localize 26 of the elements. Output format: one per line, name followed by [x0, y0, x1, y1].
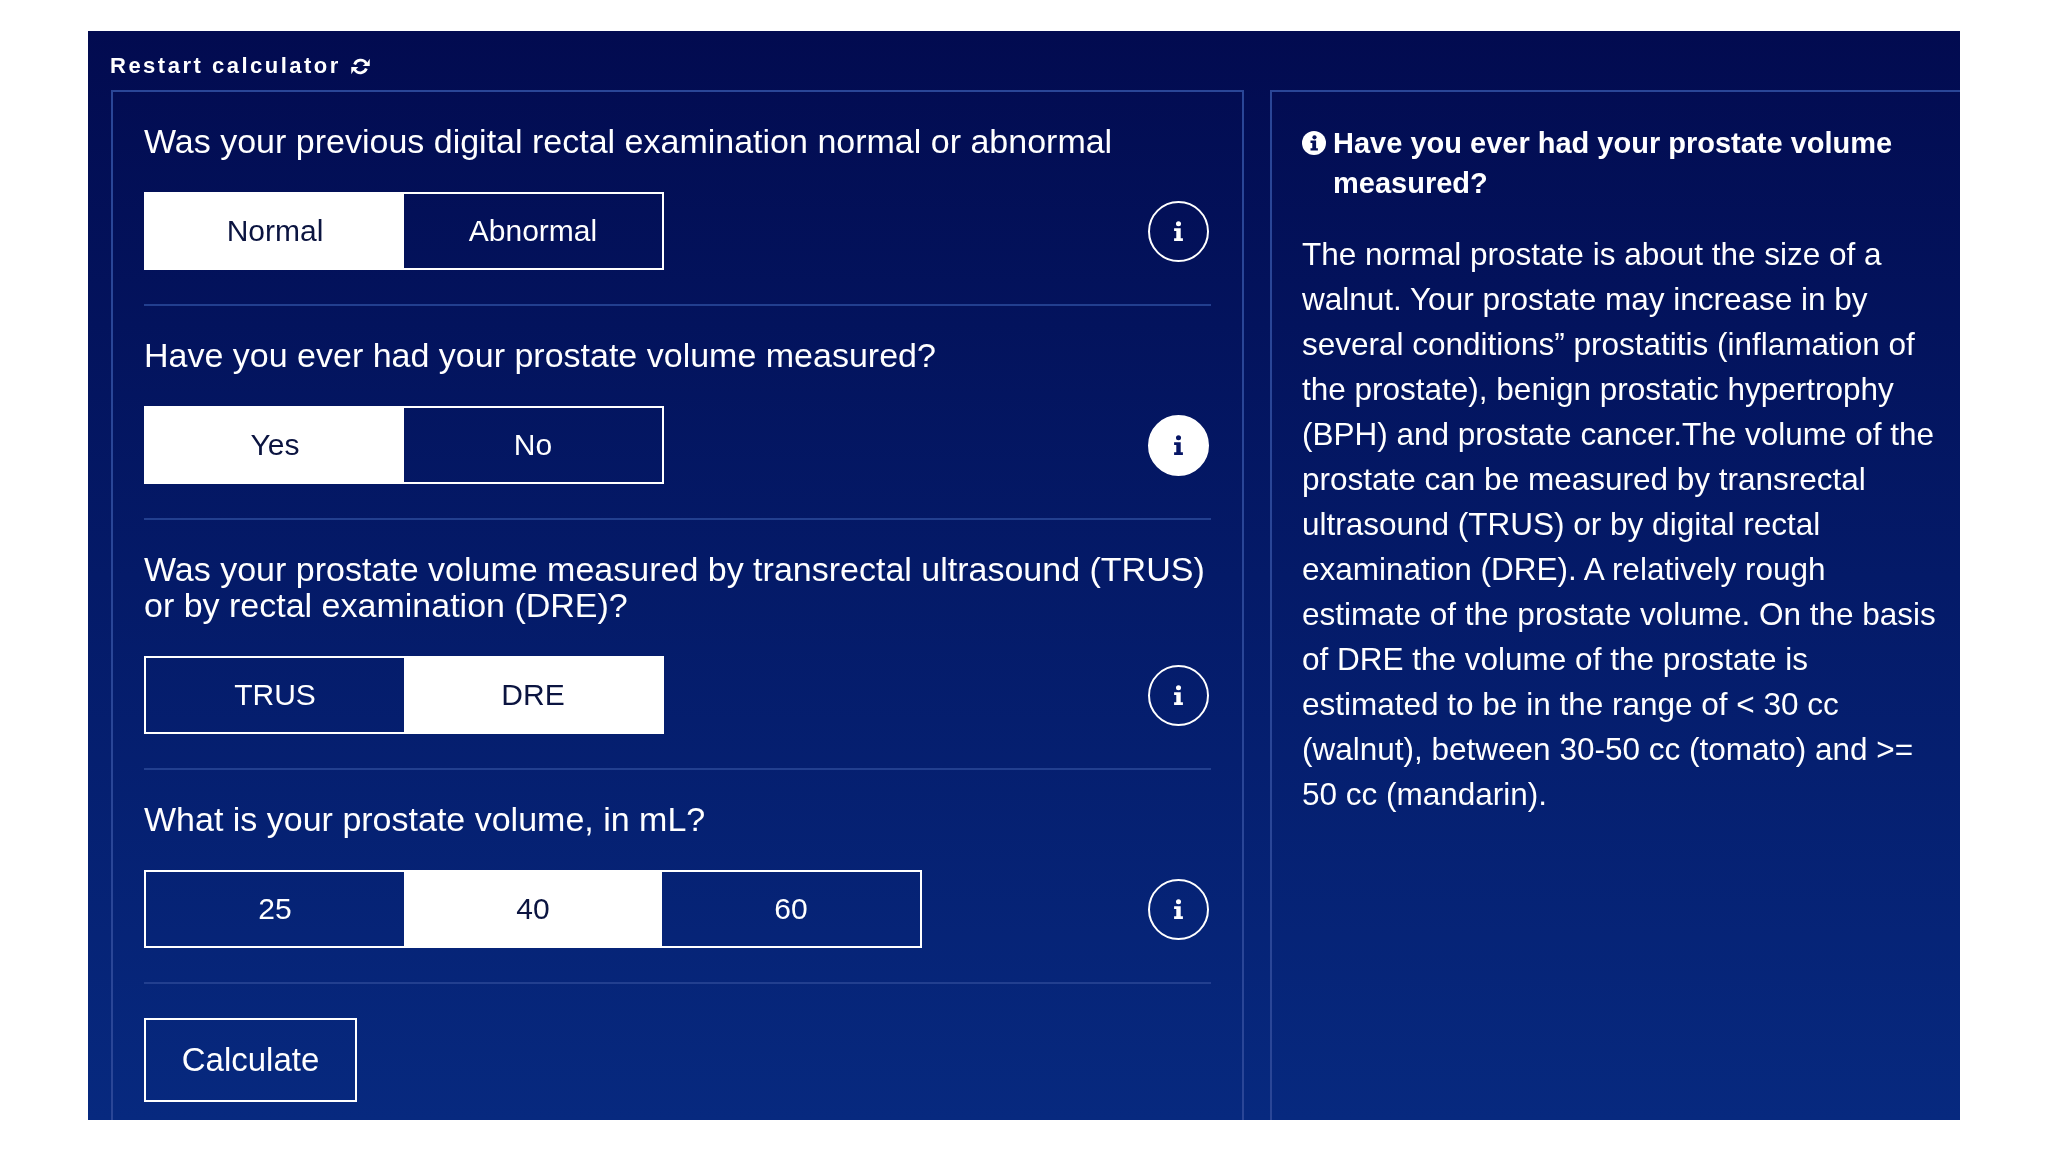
info-icon	[1173, 435, 1184, 455]
question-text: Was your prostate volume measured by transrectal ultrasound (TRUS) or by rectal examination (DRE)?	[144, 551, 1206, 623]
info-button[interactable]	[1148, 878, 1209, 940]
info-icon	[1173, 685, 1184, 705]
info-text: The normal prostate is about the size of a walnut. Your prostate may increase in by several conditions” prostatitis (inflamation of the prostate), benign prostatic hypertrophy (BPH) and prostate cancer.The volume of the prostate can be measured by transrectal ultrasound (TRUS) or by digital rectal examination (DRE). A relatively rough estimate of the prostate volume. On the basis of DRE the volume of the prostate is estimated to be in the range of < 30 cc (walnut), between 30-50 cc (tomato) and >= 50 cc (mandarin).	[1302, 235, 1937, 814]
option-button[interactable]: 60	[662, 872, 920, 946]
option-button[interactable]: 25	[146, 872, 404, 946]
info-icon	[1173, 899, 1184, 919]
info-icon	[1173, 221, 1184, 241]
option-button[interactable]: TRUS	[146, 658, 404, 732]
option-button[interactable]: Abnormal	[404, 194, 662, 268]
info-icon	[1302, 131, 1326, 155]
option-button[interactable]: Yes	[146, 408, 404, 482]
option-button[interactable]: DRE	[404, 658, 662, 732]
info-button[interactable]	[1148, 414, 1209, 476]
question-text: What is your prostate volume, in mL?	[144, 801, 707, 837]
restart-button[interactable]: Restart calculator	[110, 52, 371, 80]
info-title: Have you ever had your prostate volume measured?	[1333, 126, 1894, 201]
info-button[interactable]	[1148, 664, 1209, 726]
question-text: Have you ever had your prostate volume measured?	[144, 337, 937, 373]
option-button[interactable]: No	[404, 408, 662, 482]
question-text: Was your previous digital rectal examination normal or abnormal	[144, 123, 1114, 159]
info-button[interactable]	[1148, 200, 1209, 262]
calculate-button[interactable]: Calculate	[144, 1018, 357, 1102]
option-button[interactable]: 40	[404, 872, 662, 946]
option-button[interactable]: Normal	[146, 194, 404, 268]
